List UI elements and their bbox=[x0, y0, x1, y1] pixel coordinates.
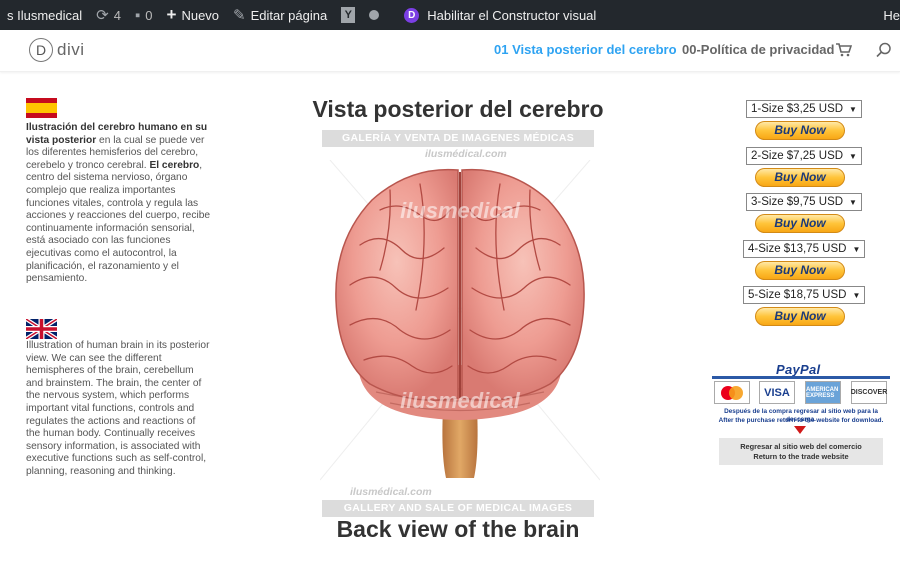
chevron-down-icon: ▼ bbox=[852, 290, 861, 300]
yoast-icon: Y bbox=[341, 7, 356, 23]
site-logo[interactable]: D divi bbox=[29, 38, 85, 62]
admin-site-name[interactable]: s Ilusmedical bbox=[0, 0, 89, 30]
gallery-banner-spanish: GALERÍA Y VENTA DE IMAGENES MÉDICAS bbox=[322, 130, 594, 147]
buy-option-4: 4-Size $13,75 USD ▼ Buy Now bbox=[740, 240, 866, 286]
uk-flag-icon bbox=[26, 319, 57, 339]
size-select-5[interactable]: 5-Size $18,75 USD ▼ bbox=[743, 286, 866, 304]
buy-now-button-2[interactable]: Buy Now bbox=[755, 168, 845, 187]
admin-comments[interactable]: ▪ 0 bbox=[128, 0, 160, 30]
admin-account[interactable]: He bbox=[876, 0, 900, 30]
wordpress-updates-icon: ⟳ bbox=[96, 7, 109, 24]
chevron-down-icon: ▼ bbox=[849, 151, 857, 161]
nav-item-privacidad[interactable]: 00-Política de privacidad bbox=[682, 42, 834, 57]
arrow-down-icon bbox=[794, 426, 806, 434]
admin-updates[interactable]: ⟳ 4 bbox=[89, 0, 128, 30]
brain-illustration: ilusmedical ilusmedical bbox=[320, 160, 600, 481]
desc-es-bold-2: El cerebro bbox=[149, 159, 200, 171]
size-select-1[interactable]: 1-Size $3,25 USD ▼ bbox=[746, 100, 862, 118]
size-select-value: 4-Size $13,75 USD bbox=[748, 243, 847, 255]
new-label: Nuevo bbox=[181, 7, 220, 23]
spain-flag-icon bbox=[26, 98, 57, 118]
buy-option-1: 1-Size $3,25 USD ▼ Buy Now bbox=[740, 100, 862, 146]
search-icon[interactable] bbox=[876, 42, 892, 58]
nav-item-vista-posterior[interactable]: 01 Vista posterior del cerebro bbox=[494, 42, 677, 57]
comments-count: 0 bbox=[145, 7, 153, 23]
buy-option-2: 2-Size $7,25 USD ▼ Buy Now bbox=[740, 147, 862, 193]
edit-page-label: Editar página bbox=[250, 7, 328, 23]
buy-option-3: 3-Size $9,75 USD ▼ Buy Now bbox=[740, 193, 862, 239]
divi-icon: D bbox=[404, 7, 420, 23]
site-name-label: s Ilusmedical bbox=[7, 7, 83, 23]
return-label-spanish: Regresar al sitio web del comercio bbox=[740, 442, 862, 451]
cart-icon[interactable] bbox=[836, 43, 852, 57]
gallery-banner-english: GALLERY AND SALE OF MEDICAL IMAGES bbox=[322, 500, 594, 517]
pencil-icon: ✎ bbox=[233, 7, 246, 24]
plus-icon: + bbox=[166, 5, 177, 24]
size-select-value: 5-Size $18,75 USD bbox=[748, 289, 847, 301]
size-select-value: 1-Size $3,25 USD bbox=[751, 103, 844, 115]
admin-yoast[interactable]: Y bbox=[334, 0, 362, 30]
site-watermark-top: ilusmédical.com bbox=[425, 148, 507, 160]
comment-icon: ▪ bbox=[134, 6, 141, 24]
discover-card-icon: DISCOVER bbox=[851, 381, 887, 404]
description-english: Illustration of human brain in its poste… bbox=[26, 340, 210, 477]
chevron-down-icon: ▼ bbox=[849, 197, 857, 207]
admin-new[interactable]: + Nuevo bbox=[160, 0, 227, 30]
page-title-english: Back view of the brain bbox=[336, 516, 580, 542]
buy-option-5: 5-Size $18,75 USD ▼ Buy Now bbox=[740, 286, 866, 332]
size-select-2[interactable]: 2-Size $7,25 USD ▼ bbox=[746, 147, 862, 165]
brain-watermark-top: ilusmedical bbox=[400, 198, 521, 223]
size-select-value: 3-Size $9,75 USD bbox=[751, 196, 844, 208]
buy-now-button-4[interactable]: Buy Now bbox=[755, 261, 845, 280]
admin-visual-builder[interactable]: D Habilitar el Constructor visual bbox=[386, 0, 603, 30]
paypal-box: PayPal VISA AMERICAN EXPRESS DISCOVER De… bbox=[712, 362, 890, 466]
return-label-english: Return to the trade website bbox=[753, 452, 849, 461]
amex-card-icon: AMERICAN EXPRESS bbox=[805, 381, 841, 404]
site-watermark-bottom: ilusmédical.com bbox=[350, 486, 432, 498]
admin-edit-page[interactable]: ✎ Editar página bbox=[226, 0, 334, 30]
site-header: D divi 01 Vista posterior del cerebro 00… bbox=[0, 30, 900, 72]
status-dot-icon bbox=[369, 10, 380, 20]
paypal-strip bbox=[712, 376, 890, 379]
visa-card-icon: VISA bbox=[759, 381, 795, 404]
return-to-website-button[interactable]: Regresar al sitio web del comercio Retur… bbox=[719, 438, 883, 465]
mastercard-icon bbox=[714, 381, 750, 404]
buy-now-button-5[interactable]: Buy Now bbox=[755, 307, 845, 326]
chevron-down-icon: ▼ bbox=[852, 244, 861, 254]
admin-status[interactable] bbox=[362, 0, 386, 30]
buy-now-button-3[interactable]: Buy Now bbox=[755, 214, 845, 233]
size-select-value: 2-Size $7,25 USD bbox=[751, 150, 844, 162]
size-select-4[interactable]: 4-Size $13,75 USD ▼ bbox=[743, 240, 866, 258]
size-select-3[interactable]: 3-Size $9,75 USD ▼ bbox=[746, 193, 862, 211]
buy-now-button-1[interactable]: Buy Now bbox=[755, 121, 845, 140]
page-title-spanish: Vista posterior del cerebro bbox=[312, 96, 604, 122]
paypal-logo: PayPal bbox=[776, 362, 821, 377]
logo-text: divi bbox=[57, 40, 85, 59]
updates-count: 4 bbox=[113, 7, 121, 23]
desc-es-text-2: , centro del sistema nervioso, órgano co… bbox=[26, 159, 211, 285]
brain-watermark-bottom: ilusmedical bbox=[400, 388, 521, 413]
visual-builder-label: Habilitar el Constructor visual bbox=[427, 7, 597, 23]
chevron-down-icon: ▼ bbox=[849, 104, 857, 114]
logo-letter: D bbox=[29, 38, 53, 62]
admin-bar: s Ilusmedical ⟳ 4 ▪ 0 + Nuevo ✎ Editar p… bbox=[0, 0, 900, 30]
paypal-note-english: After the purchase return to the website… bbox=[718, 417, 884, 424]
description-spanish: Ilustración del cerebro humano en su vis… bbox=[26, 122, 212, 286]
account-label: He bbox=[883, 7, 900, 23]
